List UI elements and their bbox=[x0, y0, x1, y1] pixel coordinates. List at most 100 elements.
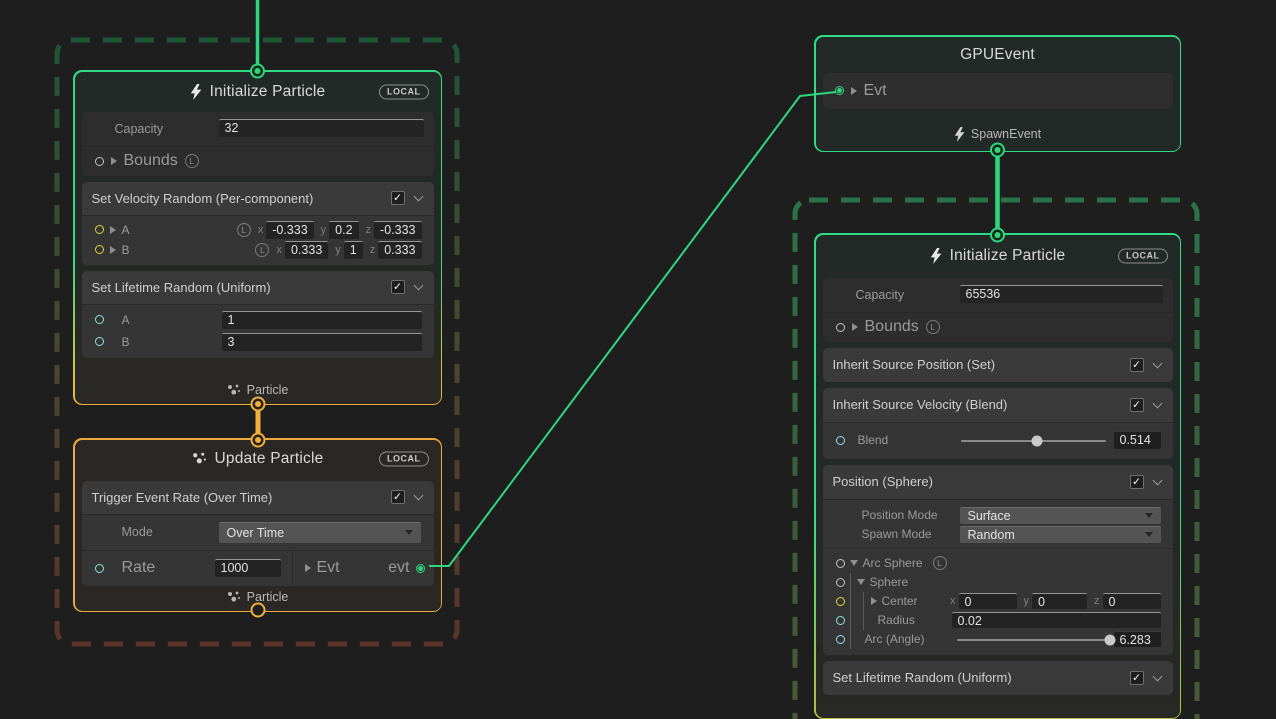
block-trigger-event-rate[interactable]: Trigger Event Rate (Over Time) Mode Over… bbox=[82, 481, 434, 586]
block-inherit-source-position[interactable]: Inherit Source Position (Set) bbox=[823, 348, 1173, 382]
node-header[interactable]: GPUEvent bbox=[823, 37, 1173, 73]
blend-label: Blend bbox=[858, 433, 959, 447]
slider-knob[interactable] bbox=[1104, 634, 1115, 645]
indent-guide bbox=[850, 573, 851, 592]
port-a[interactable] bbox=[95, 225, 104, 234]
lock-icon[interactable]: L bbox=[237, 223, 251, 237]
node-header[interactable]: Initialize Particle LOCAL bbox=[823, 235, 1173, 278]
field-y[interactable]: 1 bbox=[344, 241, 363, 259]
radius-port[interactable] bbox=[836, 616, 845, 625]
expand-triangle-icon[interactable] bbox=[110, 226, 116, 234]
slider-track[interactable] bbox=[957, 639, 1108, 641]
center-z-field[interactable]: 0 bbox=[1103, 593, 1161, 609]
port-b[interactable] bbox=[95, 245, 104, 254]
block-enabled-checkbox[interactable] bbox=[1130, 475, 1144, 489]
center-x-field[interactable]: 0 bbox=[959, 593, 1017, 609]
value-field[interactable]: 3 bbox=[222, 333, 422, 351]
expand-triangle-icon[interactable] bbox=[852, 323, 858, 331]
chevron-down-icon[interactable] bbox=[413, 491, 423, 501]
field-x[interactable]: 0.333 bbox=[285, 241, 328, 259]
capacity-field[interactable]: 65536 bbox=[960, 285, 1163, 303]
dropdown-caret-icon bbox=[405, 530, 413, 535]
lock-icon[interactable]: L bbox=[185, 154, 199, 168]
chevron-down-icon[interactable] bbox=[1152, 358, 1162, 368]
context-node-update-particle[interactable]: Update Particle LOCAL Trigger Event Rate… bbox=[73, 438, 442, 612]
field-z[interactable]: 0.333 bbox=[378, 241, 421, 259]
lock-icon[interactable]: L bbox=[933, 556, 947, 570]
vfx-graph-canvas[interactable]: Initialize Particle LOCAL Capacity 32 Bo… bbox=[0, 0, 1276, 719]
footer-text: SpawnEvent bbox=[971, 127, 1041, 141]
collapse-triangle-icon[interactable] bbox=[850, 560, 858, 566]
arc-field[interactable]: 6.283 bbox=[1114, 631, 1161, 647]
position-mode-dropdown[interactable]: Surface bbox=[960, 507, 1161, 524]
block-set-lifetime-random[interactable]: Set Lifetime Random (Uniform) A 1 B 3 bbox=[82, 271, 434, 358]
block-enabled-checkbox[interactable] bbox=[1130, 671, 1144, 685]
scope-badge[interactable]: LOCAL bbox=[379, 451, 429, 466]
field-x[interactable]: -0.333 bbox=[266, 221, 313, 239]
indent-guide bbox=[850, 630, 851, 649]
field-z[interactable]: -0.333 bbox=[374, 221, 421, 239]
context-node-initialize-particle-right[interactable]: Initialize Particle LOCAL Capacity 65536… bbox=[814, 233, 1181, 719]
block-enabled-checkbox[interactable] bbox=[391, 191, 405, 205]
context-node-gpuevent[interactable]: GPUEvent Evt SpawnEvent bbox=[814, 35, 1181, 152]
rate-field[interactable]: 1000 bbox=[215, 559, 281, 577]
vector-row-a: A L x -0.333 y 0.2 z -0.333 bbox=[82, 220, 434, 240]
chevron-down-icon[interactable] bbox=[1152, 671, 1162, 681]
chevron-down-icon[interactable] bbox=[413, 192, 423, 202]
blend-field[interactable]: 0.514 bbox=[1114, 431, 1161, 449]
radius-field[interactable]: 0.02 bbox=[952, 612, 1161, 628]
node-header[interactable]: Update Particle LOCAL bbox=[82, 440, 434, 478]
vector-row-b: B L x 0.333 y 1 z 0.333 bbox=[82, 240, 434, 260]
blend-port[interactable] bbox=[836, 436, 845, 445]
block-position-sphere[interactable]: Position (Sphere) Position Mode Surface … bbox=[823, 465, 1173, 655]
expand-triangle-icon[interactable] bbox=[111, 157, 117, 165]
expand-triangle-icon[interactable] bbox=[851, 87, 857, 95]
center-port[interactable] bbox=[836, 597, 845, 606]
arc-slider[interactable] bbox=[955, 631, 1110, 648]
bounds-port[interactable] bbox=[836, 323, 845, 332]
collapse-triangle-icon[interactable] bbox=[857, 579, 865, 585]
chevron-down-icon[interactable] bbox=[413, 281, 423, 291]
evt-input-port[interactable] bbox=[835, 86, 844, 95]
block-set-lifetime-random-right[interactable]: Set Lifetime Random (Uniform) bbox=[823, 661, 1173, 695]
expand-triangle-icon[interactable] bbox=[110, 246, 116, 254]
block-set-velocity-random[interactable]: Set Velocity Random (Per-component) A L … bbox=[82, 182, 434, 265]
block-enabled-checkbox[interactable] bbox=[1130, 398, 1144, 412]
particle-output-label: Particle bbox=[82, 590, 434, 611]
expand-triangle-icon[interactable] bbox=[871, 597, 877, 605]
arc-sphere-port[interactable] bbox=[836, 559, 845, 568]
center-y-field[interactable]: 0 bbox=[1032, 593, 1087, 609]
port-a[interactable] bbox=[95, 315, 104, 324]
chevron-down-icon[interactable] bbox=[1152, 475, 1162, 485]
context-node-initialize-particle-left[interactable]: Initialize Particle LOCAL Capacity 32 Bo… bbox=[73, 70, 442, 405]
chevron-down-icon[interactable] bbox=[1152, 398, 1162, 408]
port-b[interactable] bbox=[95, 337, 104, 346]
spawn-mode-dropdown[interactable]: Random bbox=[960, 526, 1161, 543]
field-y[interactable]: 0.2 bbox=[329, 221, 358, 239]
scope-badge[interactable]: LOCAL bbox=[1118, 249, 1168, 264]
rate-port[interactable] bbox=[95, 564, 104, 573]
block-inherit-source-velocity[interactable]: Inherit Source Velocity (Blend) Blend 0.… bbox=[823, 388, 1173, 459]
lightning-icon bbox=[930, 248, 942, 264]
arc-port[interactable] bbox=[836, 635, 845, 644]
expand-triangle-icon[interactable] bbox=[305, 564, 311, 572]
evt-input-row: Evt bbox=[823, 73, 1173, 109]
mode-dropdown[interactable]: Over Time bbox=[219, 522, 421, 543]
rate-label: Rate bbox=[122, 559, 215, 577]
blend-slider[interactable] bbox=[959, 432, 1108, 449]
block-enabled-checkbox[interactable] bbox=[391, 280, 405, 294]
lock-icon[interactable]: L bbox=[255, 243, 269, 257]
capacity-row: Capacity 65536 bbox=[823, 278, 1173, 312]
block-enabled-checkbox[interactable] bbox=[1130, 358, 1144, 372]
bounds-port[interactable] bbox=[95, 157, 104, 166]
block-enabled-checkbox[interactable] bbox=[391, 490, 405, 504]
capacity-field[interactable]: 32 bbox=[219, 119, 424, 137]
evt-output-port[interactable] bbox=[416, 564, 425, 573]
lock-icon[interactable]: L bbox=[926, 320, 940, 334]
value-field[interactable]: 1 bbox=[222, 311, 422, 329]
node-header[interactable]: Initialize Particle LOCAL bbox=[82, 72, 434, 112]
sphere-port[interactable] bbox=[836, 578, 845, 587]
scope-badge[interactable]: LOCAL bbox=[379, 84, 429, 99]
edge-evt-to-gpuevent[interactable] bbox=[429, 92, 836, 566]
slider-knob[interactable] bbox=[1032, 435, 1043, 446]
